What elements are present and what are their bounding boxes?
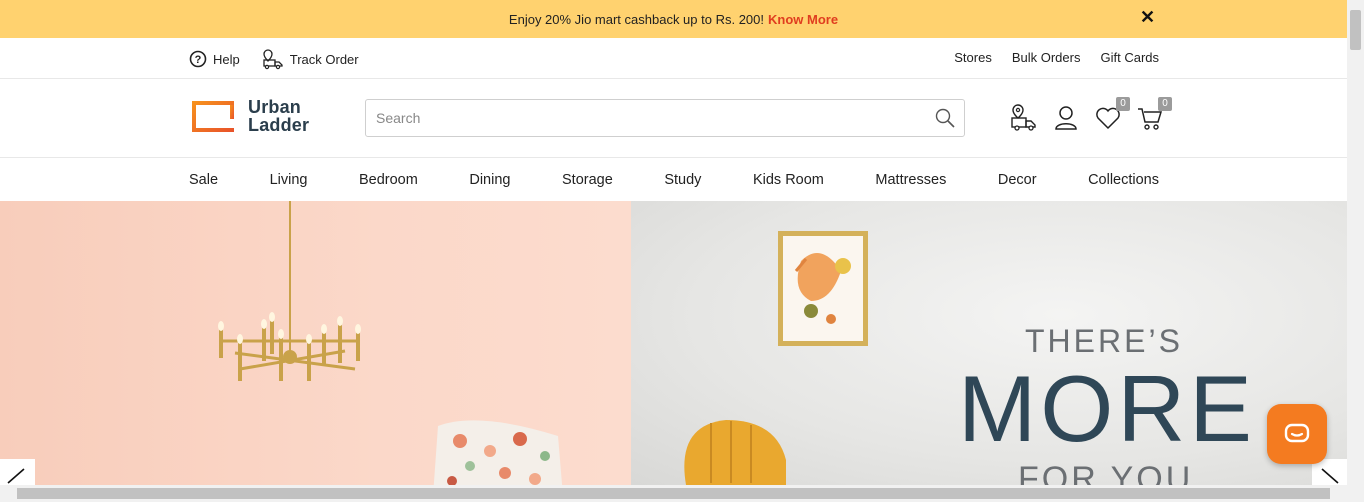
nav-item-living[interactable]: Living: [270, 172, 308, 188]
help-link[interactable]: ? Help: [189, 50, 240, 68]
chat-button[interactable]: [1267, 404, 1327, 464]
truck-location-icon: [1011, 104, 1036, 131]
horizontal-scrollbar-thumb[interactable]: [17, 488, 1330, 499]
nav-item-kids-room[interactable]: Kids Room: [753, 172, 824, 188]
help-icon: ?: [189, 50, 207, 68]
utility-bar: ? Help Track Order Stores Bulk Orders Gi…: [0, 38, 1347, 79]
chandelier-image: [218, 201, 563, 485]
search-input[interactable]: [376, 103, 926, 133]
help-label: Help: [213, 51, 240, 67]
user-icon: [1055, 106, 1077, 130]
promo-text: Enjoy 20% Jio mart cashback up to Rs. 20…: [508, 11, 764, 27]
header: Urban Ladder Search 0 0: [0, 79, 1347, 158]
track-order-button[interactable]: [1010, 103, 1038, 133]
logo-mark-icon: [192, 100, 234, 132]
logo[interactable]: Urban Ladder: [190, 98, 309, 134]
promo-bar: Enjoy 20% Jio mart cashback up to Rs. 20…: [0, 0, 1347, 38]
page: Enjoy 20% Jio mart cashback up to Rs. 20…: [0, 0, 1364, 502]
track-order-label: Track Order: [289, 51, 359, 67]
logo-text-line2: Ladder: [248, 115, 310, 135]
wishlist-count-badge: 0: [1116, 97, 1130, 111]
chat-icon: [1284, 423, 1310, 443]
nav-item-decor[interactable]: Decor: [998, 172, 1037, 188]
gift-cards-link[interactable]: Gift Cards: [1100, 50, 1159, 65]
track-order-link[interactable]: Track Order: [262, 48, 359, 70]
search-icon[interactable]: [934, 107, 956, 129]
know-more-link[interactable]: Know More: [768, 12, 838, 27]
hero-left-panel: [0, 201, 631, 485]
nav-item-study[interactable]: Study: [664, 172, 701, 188]
close-icon[interactable]: ✕: [1140, 8, 1156, 26]
stores-link[interactable]: Stores: [954, 50, 992, 65]
account-button[interactable]: [1052, 103, 1080, 133]
vertical-scrollbar-thumb[interactable]: [1350, 10, 1361, 50]
nav-item-dining[interactable]: Dining: [469, 172, 510, 188]
hero-tagline-main: MORE: [958, 356, 1256, 461]
bulk-orders-link[interactable]: Bulk Orders: [1012, 50, 1081, 65]
wishlist-button[interactable]: 0: [1094, 97, 1130, 133]
cart-count-badge: 0: [1158, 97, 1172, 111]
cart-button[interactable]: 0: [1136, 97, 1172, 133]
search-box: [365, 99, 965, 137]
logo-text-line1: Urban: [248, 97, 302, 117]
hero-tagline-top: THERE’S: [1025, 323, 1183, 359]
nav-item-storage[interactable]: Storage: [562, 172, 613, 188]
nav-item-sale[interactable]: Sale: [189, 172, 218, 188]
horizontal-scrollbar[interactable]: [0, 485, 1347, 502]
nav-item-mattresses[interactable]: Mattresses: [875, 172, 946, 188]
header-icons: 0 0: [1010, 97, 1172, 133]
category-nav: Sale Living Bedroom Dining Storage Study…: [0, 158, 1347, 201]
vertical-scrollbar[interactable]: [1347, 0, 1364, 502]
svg-text:?: ?: [195, 54, 202, 66]
nav-item-bedroom[interactable]: Bedroom: [359, 172, 418, 188]
nav-item-collections[interactable]: Collections: [1088, 172, 1159, 188]
truck-location-icon: [263, 49, 283, 70]
